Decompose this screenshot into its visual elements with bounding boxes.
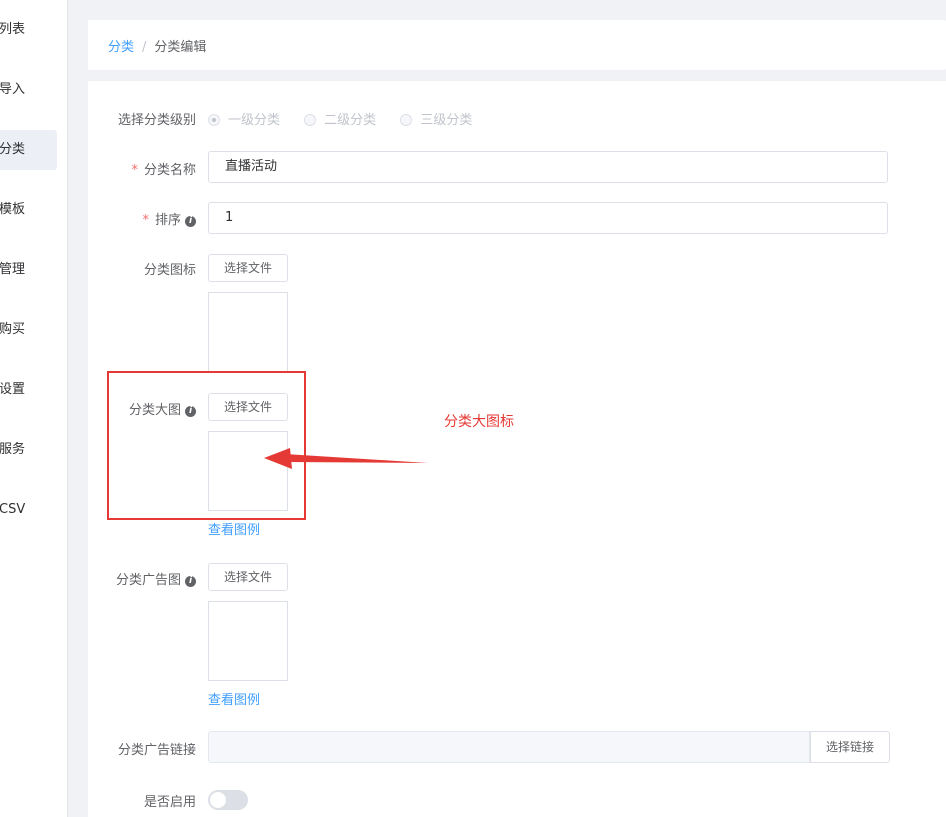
annotation-text: 分类大图标 [444,414,514,430]
annotation-arrow-icon [264,448,428,469]
